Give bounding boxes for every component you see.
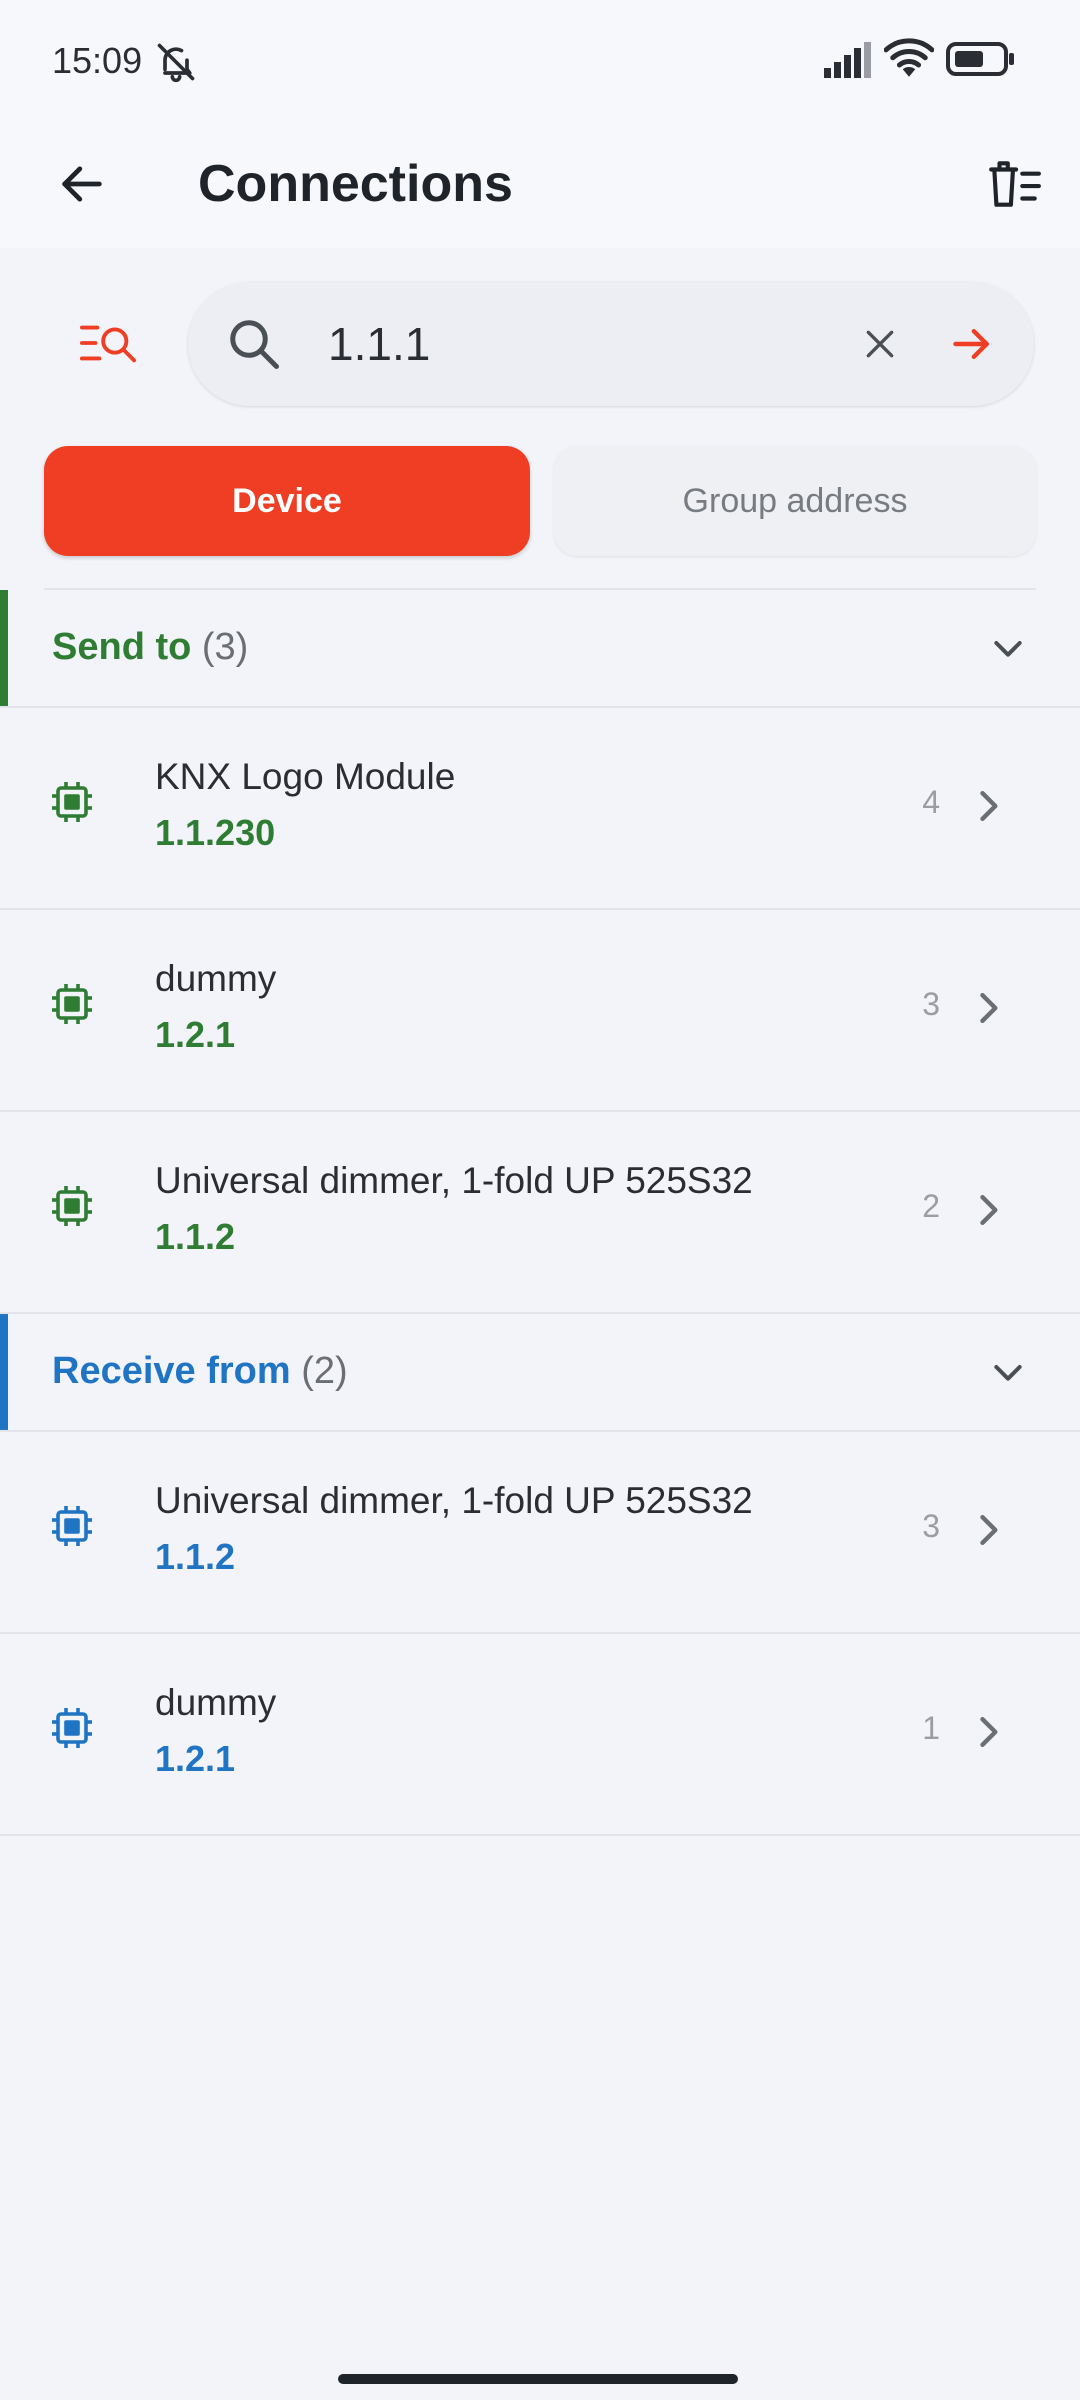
collapse-toggle[interactable] <box>980 1344 1036 1400</box>
chevron-right-icon <box>980 790 998 822</box>
section-label: Receive from (2) <box>52 1350 348 1393</box>
search-icon <box>230 320 279 369</box>
chevron-right-icon <box>980 1514 998 1546</box>
bell-off-icon <box>157 43 195 83</box>
device-name: dummy <box>155 958 277 999</box>
chevron-right-icon <box>980 1194 998 1226</box>
search-box <box>188 282 1034 406</box>
device-address: 1.1.2 <box>155 1536 236 1577</box>
device-address: 1.1.230 <box>155 812 276 853</box>
filter-search-button[interactable] <box>64 298 154 388</box>
chip-icon <box>52 984 92 1024</box>
page-title: Connections <box>198 155 513 213</box>
connection-count: 3 <box>922 1508 940 1544</box>
home-indicator[interactable] <box>338 2374 738 2384</box>
chevron-right-icon <box>980 1716 998 1748</box>
list-item[interactable]: dummy 1.2.1 1 <box>0 1634 1080 1836</box>
connection-count: 4 <box>922 784 940 820</box>
arrow-right-icon <box>953 328 989 360</box>
filter-search-icon <box>80 325 137 363</box>
arrow-left-icon <box>62 166 102 202</box>
search-input[interactable] <box>328 306 828 382</box>
battery-icon <box>946 42 1014 76</box>
device-address: 1.2.1 <box>155 1014 236 1055</box>
device-address: 1.1.2 <box>155 1216 236 1257</box>
status-time: 15:09 <box>52 40 143 81</box>
signal-icon <box>824 42 871 78</box>
app-bar: Connections <box>0 120 1080 248</box>
chevron-right-icon <box>980 992 998 1024</box>
device-name: Universal dimmer, 1-fold UP 525S32 <box>155 1480 753 1521</box>
section-count: (2) <box>301 1350 348 1392</box>
connection-count: 3 <box>922 986 940 1022</box>
device-name: Universal dimmer, 1-fold UP 525S32 <box>155 1160 753 1201</box>
close-icon <box>866 330 894 358</box>
section-count: (3) <box>201 626 249 668</box>
clear-list-icon <box>989 161 1041 207</box>
wifi-icon <box>884 38 934 77</box>
chip-icon <box>52 1506 92 1546</box>
section-header-send-to[interactable]: Send to (3) <box>0 590 1080 708</box>
clear-list-button[interactable] <box>972 142 1056 226</box>
back-button[interactable] <box>40 142 124 226</box>
connection-count: 2 <box>922 1188 940 1224</box>
content-area: Device Group address Send to (3) KNX Log… <box>0 248 1080 2400</box>
section-accent <box>0 1314 8 1430</box>
device-address: 1.2.1 <box>155 1738 236 1779</box>
clear-search-button[interactable] <box>848 312 912 376</box>
list-item[interactable]: Universal dimmer, 1-fold UP 525S32 1.1.2… <box>0 1112 1080 1314</box>
collapse-toggle[interactable] <box>980 620 1036 676</box>
go-button[interactable] <box>940 312 1004 376</box>
section-header-receive-from[interactable]: Receive from (2) <box>0 1314 1080 1432</box>
status-bar: 15:09 <box>0 0 1080 120</box>
chip-icon <box>52 782 92 822</box>
connection-count: 1 <box>922 1710 940 1746</box>
device-name: KNX Logo Module <box>155 756 456 797</box>
chip-icon <box>52 1708 92 1748</box>
list-item[interactable]: Universal dimmer, 1-fold UP 525S32 1.1.2… <box>0 1432 1080 1634</box>
chevron-down-icon <box>994 641 1022 657</box>
section-title: Send to <box>52 626 192 668</box>
chip-icon <box>52 1186 92 1226</box>
list-item[interactable]: KNX Logo Module 1.1.230 4 <box>0 708 1080 910</box>
section-title: Receive from <box>52 1350 291 1392</box>
list-item[interactable]: dummy 1.2.1 3 <box>0 910 1080 1112</box>
device-name: dummy <box>155 1682 277 1723</box>
tab-group-address[interactable]: Group address <box>554 446 1036 556</box>
chevron-down-icon <box>994 1365 1022 1381</box>
tab-device[interactable]: Device <box>44 446 530 556</box>
section-accent <box>0 590 8 706</box>
section-label: Send to (3) <box>52 626 248 669</box>
